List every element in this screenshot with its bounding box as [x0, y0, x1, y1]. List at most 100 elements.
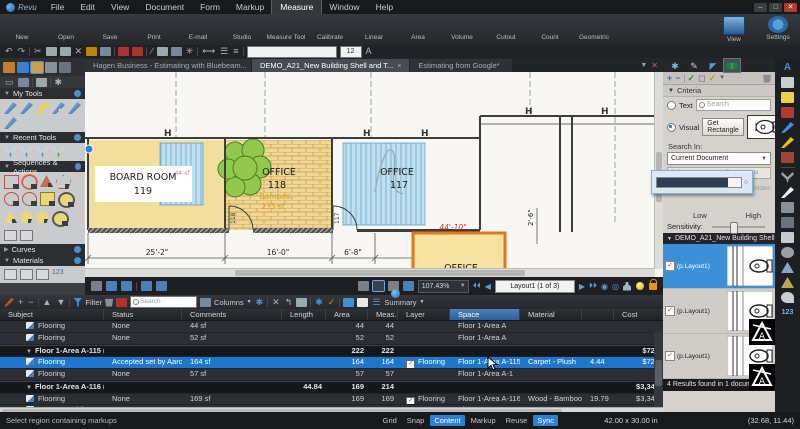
file-access-tab-icon[interactable] [3, 62, 15, 73]
toolbar-button[interactable]: Count [528, 16, 572, 41]
view-button[interactable]: View [712, 16, 756, 43]
column-material[interactable]: Material [520, 309, 582, 320]
markup-row[interactable]: ▼Floor 1-Area A-116 (2) 44.84 169 214 ✓ … [0, 381, 663, 394]
section-gear-icon[interactable] [74, 257, 81, 264]
highlight-tool-icon[interactable] [36, 102, 49, 114]
column-cost[interactable]: Cost [614, 309, 663, 320]
markup-pencil-icon[interactable] [4, 298, 14, 307]
checkmark-menu-icon[interactable]: ✓ [327, 298, 337, 307]
minimize-button[interactable]: – [754, 3, 767, 12]
columns-label[interactable]: Columns [214, 298, 244, 307]
properties-gear-icon[interactable]: ✱ [54, 78, 64, 87]
layer-checkbox[interactable]: ✓ [406, 360, 415, 368]
summary-icon[interactable]: ☰ [371, 298, 381, 307]
markup-row[interactable]: ▼Flooring None 52 sf 52 52 ✓ Floor 1-Are… [0, 333, 663, 345]
columns-grid-icon[interactable] [200, 298, 211, 307]
column-subject[interactable]: Subject [0, 309, 104, 320]
next-view-icon[interactable]: ◎ [612, 282, 619, 291]
font-size-select[interactable]: 12 [340, 46, 362, 58]
undo-icon[interactable]: ↶ [4, 47, 14, 56]
circle-sequence-icon[interactable] [4, 192, 19, 206]
key-icon[interactable] [86, 47, 97, 56]
red-eraser-icon[interactable] [781, 152, 794, 163]
highlighter-icon[interactable] [781, 137, 794, 148]
toolbar-button[interactable]: Volume [440, 16, 484, 41]
section-gear-icon[interactable] [75, 163, 81, 170]
split-view-icon[interactable] [121, 281, 132, 291]
add-icon[interactable]: + [667, 73, 672, 83]
settings-button[interactable]: Settings [756, 16, 800, 43]
properties-tab[interactable]: ✱ [667, 61, 683, 72]
sequence-item-icon[interactable] [20, 230, 33, 241]
menu-item[interactable]: Document [137, 0, 192, 14]
toolbar-button[interactable]: Print [132, 16, 176, 41]
pattern-icon[interactable]: ✳ [185, 47, 195, 56]
count-123-icon[interactable]: 123 [781, 307, 794, 318]
menu-item[interactable]: Markup [228, 0, 272, 14]
collapse-icon[interactable]: ▭ [4, 78, 15, 87]
toolbar-button[interactable]: Open [44, 16, 88, 41]
section-curves[interactable]: ▶Curves [0, 244, 85, 255]
get-rectangle-button[interactable]: Get Rectangle [702, 118, 744, 136]
line-tool-icon[interactable]: ∕ [150, 47, 154, 56]
reply-icon[interactable]: ↰ [284, 298, 294, 307]
pentagon-sequence-icon[interactable] [56, 175, 71, 189]
triangle-action-icon[interactable] [4, 211, 17, 223]
fit-page-icon[interactable] [91, 281, 102, 291]
filter-label[interactable]: Filter [85, 298, 102, 307]
section-gear-icon[interactable] [74, 90, 81, 97]
menu-item[interactable]: Help [368, 0, 401, 14]
toolbar-button[interactable]: Linear [352, 16, 396, 41]
pen-tool-icon[interactable] [68, 102, 81, 114]
shape-tool-icon[interactable] [157, 47, 168, 56]
selection-handle[interactable] [85, 145, 93, 153]
material-item-icon[interactable] [20, 269, 33, 280]
circle-sequence-icon[interactable] [22, 175, 37, 189]
next-page-icon[interactable]: ▶ [579, 282, 585, 291]
page-indicator[interactable]: Layout1 (1 of 3) [495, 280, 575, 293]
align-icon[interactable]: ≡ [232, 47, 239, 56]
markup-row[interactable]: ▼Floor 1-Area A-115 (2) 222 222 ✓ $728 [0, 345, 663, 358]
column-area[interactable]: Area [326, 309, 368, 320]
count-123-icon[interactable]: 123 [52, 269, 64, 280]
menu-item[interactable]: Window [321, 0, 367, 14]
document-tab[interactable]: DEMO_A21_New Building Shell and T...× [252, 59, 409, 72]
toolbar-button[interactable]: New [0, 16, 44, 41]
pentagon-action-icon[interactable] [20, 211, 33, 223]
material-item-icon[interactable] [36, 269, 49, 280]
filter-icon[interactable] [73, 298, 82, 307]
detail-view-icon[interactable] [36, 78, 47, 87]
check-options-icon[interactable]: ✓ [709, 73, 717, 83]
square-action-icon[interactable] [40, 192, 55, 206]
sensitivity-slider[interactable] [712, 226, 765, 228]
move-up-icon[interactable]: ▲ [42, 298, 53, 307]
circle-sequence-icon[interactable] [22, 192, 37, 206]
menu-item[interactable]: File [43, 0, 73, 14]
panel-pin-handle[interactable] [391, 289, 400, 298]
note-icon[interactable] [781, 92, 794, 103]
export-icon[interactable] [357, 298, 368, 307]
uncheck-icon[interactable]: ◻ [698, 73, 705, 83]
pen-tool-icon[interactable] [4, 117, 17, 129]
text-color-icon[interactable]: A [365, 47, 373, 56]
toolbar-button[interactable]: Save [88, 16, 132, 41]
criteria-header[interactable]: ▼Criteria [663, 85, 775, 97]
column-measurement[interactable]: Meas... [368, 309, 398, 320]
select-text-icon[interactable] [403, 281, 414, 291]
settings-gear-icon[interactable]: ✱ [314, 298, 324, 307]
font-select[interactable] [247, 46, 337, 58]
recent-measure-tool-icon[interactable] [20, 146, 33, 158]
markups-vertical-scrollbar[interactable] [654, 332, 663, 407]
cart-icon[interactable] [100, 47, 111, 56]
toolbar-button[interactable]: Calibrate [308, 16, 352, 41]
pen-icon[interactable] [781, 122, 794, 133]
previous-page-icon[interactable]: ◀ [485, 282, 491, 291]
document-tab[interactable]: Estimating from Google* [410, 59, 511, 72]
section-my-tools[interactable]: ▼My Tools [0, 88, 85, 99]
import-icon[interactable] [343, 298, 354, 307]
markup-row[interactable]: ▼Flooring None 44 sf 44 44 ✓ Floor 1-Are… [0, 321, 663, 333]
layer-checkbox[interactable]: ✓ [406, 397, 415, 405]
square-sequence-icon[interactable] [4, 175, 19, 189]
presentation-icon[interactable] [156, 281, 167, 291]
status-toggle[interactable]: Reuse [502, 415, 532, 426]
